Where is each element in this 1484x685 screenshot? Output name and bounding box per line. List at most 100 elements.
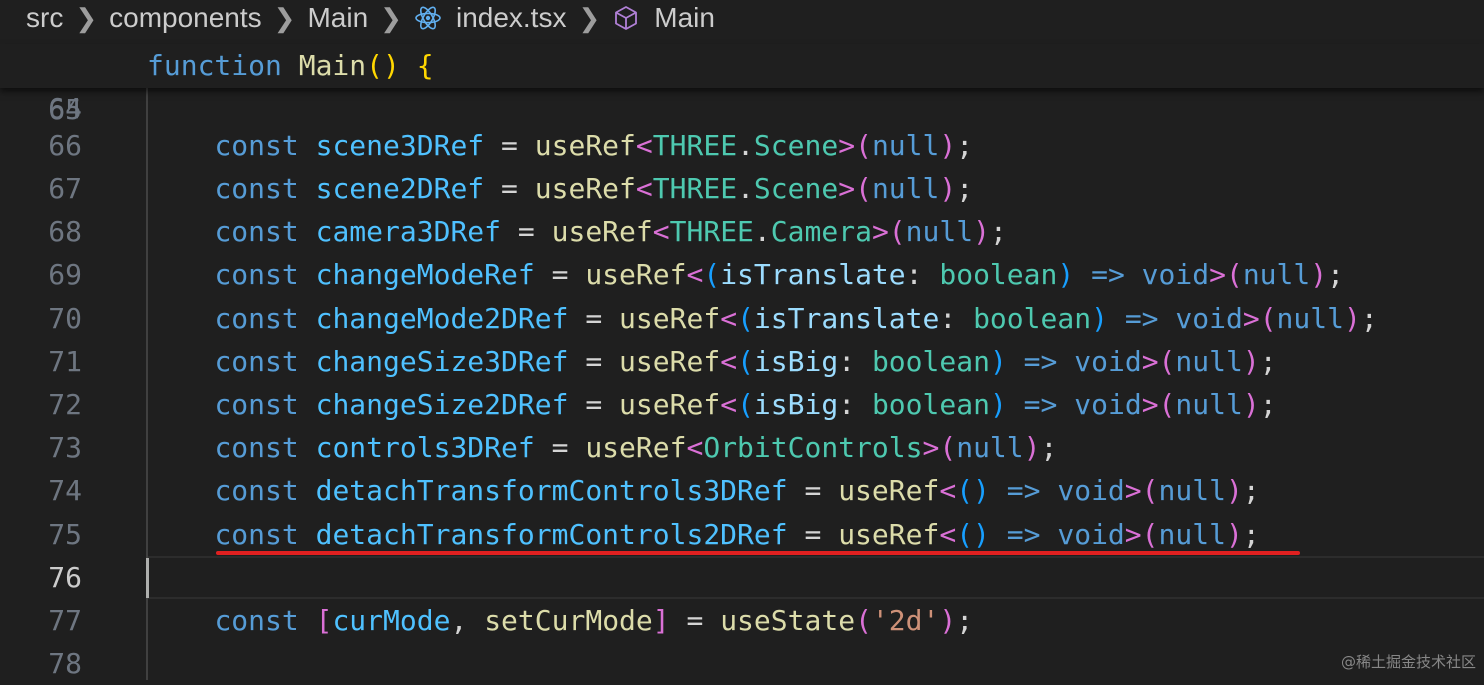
code-token: )	[989, 345, 1007, 378]
code-token: >	[871, 215, 889, 248]
line-number: 74	[48, 474, 82, 507]
code-token: THREE	[652, 129, 738, 162]
code-line[interactable]: 66 const scene3DRef = useRef<THREE.Scene…	[0, 124, 1484, 167]
code-token: )	[973, 215, 990, 248]
code-token: ;	[989, 215, 1007, 248]
chevron-right-icon: ❯	[75, 2, 98, 33]
code-token: >	[1124, 474, 1142, 507]
code-token: >	[922, 431, 940, 464]
code-line[interactable]: 67 const scene2DRef = useRef<THREE.Scene…	[0, 167, 1484, 210]
code-token: )	[939, 172, 957, 205]
code-token: <	[939, 518, 957, 551]
code-token: (	[1158, 388, 1176, 421]
code-token: changeMode2DRef	[315, 302, 569, 335]
code-line[interactable]: 71 const changeSize3DRef = useRef<(isBig…	[0, 340, 1484, 383]
code-token: void	[1175, 302, 1243, 335]
code-token: ;	[1360, 302, 1378, 335]
code-token: )	[939, 604, 957, 637]
code-token: =>	[1124, 302, 1159, 335]
code-token: )	[1343, 302, 1361, 335]
code-line[interactable]: 76	[0, 556, 1484, 599]
code-token: void	[1074, 388, 1142, 421]
code-token: >	[1141, 388, 1159, 421]
code-token: )	[1242, 388, 1260, 421]
code-token: OrbitControls	[703, 431, 923, 464]
code-line[interactable]: 72 const changeSize2DRef = useRef<(isBig…	[0, 383, 1484, 426]
code-token: ]	[652, 604, 670, 637]
code-token: ;	[1242, 474, 1260, 507]
code-token: setCurMode	[484, 604, 653, 637]
breadcrumb-item-symbol[interactable]: Main	[654, 2, 715, 34]
code-token: const	[214, 172, 299, 205]
code-token: Scene	[753, 172, 839, 205]
code-token: null	[956, 431, 1024, 464]
code-token: THREE	[652, 172, 738, 205]
code-token: =>	[1006, 474, 1041, 507]
code-token: (	[1158, 345, 1176, 378]
code-token: Main	[298, 49, 367, 82]
code-line[interactable]: 78	[0, 642, 1484, 685]
code-text: const scene3DRef = useRef<THREE.Scene>(n…	[147, 124, 973, 167]
code-token: <	[720, 388, 738, 421]
code-text: const controls3DRef = useRef<OrbitContro…	[147, 426, 1057, 469]
code-line[interactable]: 73 const controls3DRef = useRef<OrbitCon…	[0, 426, 1484, 469]
code-token: ;	[1040, 431, 1058, 464]
code-token: const	[214, 388, 299, 421]
code-token: (	[737, 302, 754, 335]
code-token: <	[652, 215, 670, 248]
line-number: 71	[48, 345, 82, 378]
code-token: useState	[720, 604, 856, 637]
text-cursor	[146, 558, 149, 598]
code-line[interactable]: 70 const changeMode2DRef = useRef<(isTra…	[0, 297, 1484, 340]
code-line[interactable]: 77 const [curMode, setCurMode] = useStat…	[0, 599, 1484, 642]
code-token: =	[787, 474, 839, 507]
code-token: ;	[956, 172, 974, 205]
breadcrumb-item-src[interactable]: src	[26, 2, 63, 34]
line-number: 77	[48, 604, 82, 637]
code-token: THREE	[669, 215, 754, 248]
code-token: useRef	[619, 345, 721, 378]
code-token: camera3DRef	[315, 215, 502, 248]
code-token: ;	[1242, 518, 1260, 551]
breadcrumb-item-file[interactable]: index.tsx	[456, 2, 567, 34]
breadcrumb-item-main-folder[interactable]: Main	[307, 2, 368, 34]
code-token: =	[568, 388, 620, 421]
code-token: void	[1057, 474, 1125, 507]
code-token: (	[703, 258, 721, 291]
chevron-right-icon: ❯	[273, 2, 296, 33]
sticky-scroll-header[interactable]: 64 function Main() {	[0, 44, 1484, 125]
code-token: (	[1141, 518, 1159, 551]
code-token: >	[1242, 302, 1260, 335]
code-token: changeModeRef	[315, 258, 535, 291]
code-line[interactable]: 69 const changeModeRef = useRef<(isTrans…	[0, 253, 1484, 296]
code-token: Camera	[770, 215, 872, 248]
code-line[interactable]: 74 const detachTransformControls3DRef = …	[0, 469, 1484, 512]
code-text: const detachTransformControls3DRef = use…	[147, 469, 1260, 512]
breadcrumb-item-components[interactable]: components	[109, 2, 262, 34]
code-token: function	[147, 49, 282, 82]
code-line[interactable]: 68 const camera3DRef = useRef<THREE.Came…	[0, 210, 1484, 253]
code-token: useRef	[551, 215, 653, 248]
code-line[interactable]: function Main() {	[147, 44, 434, 87]
code-token: isTranslate	[720, 258, 906, 291]
code-text: const changeSize3DRef = useRef<(isBig: b…	[147, 340, 1276, 383]
breadcrumb: src ❯ components ❯ Main ❯ index.tsx ❯ Ma…	[0, 0, 1484, 36]
code-token: [	[315, 604, 333, 637]
code-token: boolean	[973, 302, 1092, 335]
code-token: )	[989, 388, 1007, 421]
code-token: <	[686, 431, 704, 464]
code-token: const	[214, 431, 299, 464]
code-line[interactable]: 75 const detachTransformControls2DRef = …	[0, 513, 1484, 556]
